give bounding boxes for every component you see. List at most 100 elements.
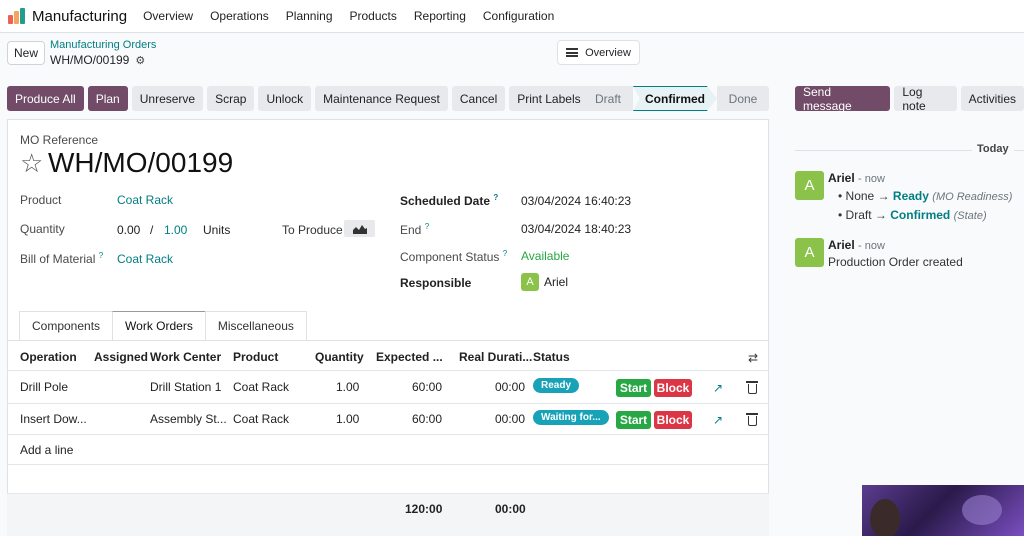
produce-all-button[interactable]: Produce All [7,86,84,111]
trash-icon[interactable] [746,381,758,394]
date-label: Today [972,143,1014,155]
avatar[interactable]: A [795,171,824,200]
breadcrumb-parent[interactable]: Manufacturing Orders [50,39,156,51]
quantity-separator: / [150,223,154,237]
manufacturing-app-icon[interactable] [8,8,26,24]
component-status-value: Available [521,249,570,263]
unreserve-button[interactable]: Unreserve [131,86,204,111]
menu-products[interactable]: Products [350,9,397,23]
trash-icon[interactable] [746,413,758,426]
row-operation: Drill Pole [20,380,69,394]
area-chart-icon [352,224,367,234]
stage-confirmed[interactable]: Confirmed [633,86,717,111]
tab-work-orders[interactable]: Work Orders [112,311,206,340]
bom-field[interactable]: Coat Rack [117,252,173,266]
scheduled-date-label: Scheduled Date ? [400,193,498,208]
quantity-unit[interactable]: Units [203,223,230,237]
responsible-field[interactable]: A Ariel [521,273,568,291]
message-body: Production Order created [828,255,963,269]
col-work-center[interactable]: Work Center [150,350,221,364]
menu-planning[interactable]: Planning [286,9,333,23]
tracking-old: Draft [845,208,872,222]
overview-button[interactable]: Overview [557,40,640,65]
log-note-button[interactable]: Log note [894,85,957,113]
hamburger-icon [566,48,579,57]
tab-components[interactable]: Components [19,311,114,340]
scrap-button[interactable]: Scrap [207,86,255,111]
responsible-label: Responsible [400,276,472,290]
quantity-done[interactable]: 0.00 [117,223,140,237]
maintenance-request-button[interactable]: Maintenance Request [315,86,448,111]
status-badge: Waiting for... [533,410,609,425]
table-footer [7,493,769,536]
block-button[interactable]: Block [654,411,692,429]
message-date: - now [858,240,885,252]
row-quantity: 1.00 [336,412,360,426]
col-status[interactable]: Status [533,350,570,364]
help-icon[interactable]: ? [99,251,103,260]
message-date: - now [858,173,885,185]
unlock-button[interactable]: Unlock [258,86,312,111]
cancel-button[interactable]: Cancel [451,86,506,111]
external-link-icon[interactable]: ↗ [713,381,723,395]
tracking-old: None [845,189,875,203]
star-icon[interactable]: ☆ [20,150,43,176]
activities-button[interactable]: Activities [960,86,1024,111]
mo-title: WH/MO/00199 [48,147,234,178]
scheduled-date-field[interactable]: 03/04/2024 16:40:23 [521,194,631,208]
row-divider [7,464,769,465]
stage-draft[interactable]: Draft [583,86,633,111]
status-stages: Draft Confirmed Done [583,86,769,111]
message-author[interactable]: Ariel - now [828,238,885,252]
help-icon[interactable]: ? [503,249,507,258]
chatter-buttons: Send message Log note Activities [795,85,1024,113]
status-badge: Ready [533,378,580,393]
new-button[interactable]: New [7,41,45,65]
block-button[interactable]: Block [654,379,692,397]
tracking-field: (State) [953,210,987,222]
notebook-tabs: Components Work Orders Miscellaneous [19,311,307,340]
product-field[interactable]: Coat Rack [117,193,173,207]
end-date-field[interactable]: 03/04/2024 18:40:23 [521,222,631,236]
row-work-center: Drill Station 1 [150,380,222,394]
start-button[interactable]: Start [616,379,651,397]
col-quantity[interactable]: Quantity [315,350,364,364]
send-message-button[interactable]: Send message [795,85,891,113]
avatar: A [521,273,539,291]
plan-button[interactable]: Plan [87,86,128,111]
gear-icon[interactable]: ⚙ [135,54,145,67]
menu-overview[interactable]: Overview [143,9,193,23]
start-button[interactable]: Start [616,411,651,429]
help-icon[interactable]: ? [425,222,429,231]
menu-operations[interactable]: Operations [210,9,269,23]
bom-label: Bill of Material ? [20,251,103,266]
app-name[interactable]: Manufacturing [32,8,127,25]
quantity-total[interactable]: 1.00 [164,223,187,237]
breadcrumb-current-label: WH/MO/00199 [50,53,130,67]
stage-done[interactable]: Done [717,86,769,111]
tab-divider [7,340,769,341]
external-link-icon[interactable]: ↗ [713,413,723,427]
col-product[interactable]: Product [233,350,278,364]
avatar[interactable]: A [795,238,824,267]
component-status-label-text: Component Status [400,250,500,264]
help-icon[interactable]: ? [493,193,498,202]
col-operation[interactable]: Operation [20,350,77,364]
add-line-link[interactable]: Add a line [20,443,73,457]
print-labels-button[interactable]: Print Labels [509,86,589,111]
row-quantity: 1.00 [336,380,360,394]
forecast-chart-button[interactable] [344,220,375,237]
row-real: 00:00 [495,380,526,394]
col-assigned[interactable]: Assigned [94,350,148,364]
row-expected: 60:00 [412,380,443,394]
col-real-duration[interactable]: Real Durati... [459,350,532,364]
menu-configuration[interactable]: Configuration [483,9,554,23]
menu-reporting[interactable]: Reporting [414,9,466,23]
col-expected-duration[interactable]: Expected ... [376,350,443,364]
tab-miscellaneous[interactable]: Miscellaneous [204,311,307,340]
message-author[interactable]: Ariel - now [828,171,885,185]
column-settings-icon[interactable]: ⇄ [748,351,758,365]
row-real: 00:00 [495,412,526,426]
message-author-name: Ariel [828,171,855,185]
mo-reference-label: MO Reference [20,133,99,147]
